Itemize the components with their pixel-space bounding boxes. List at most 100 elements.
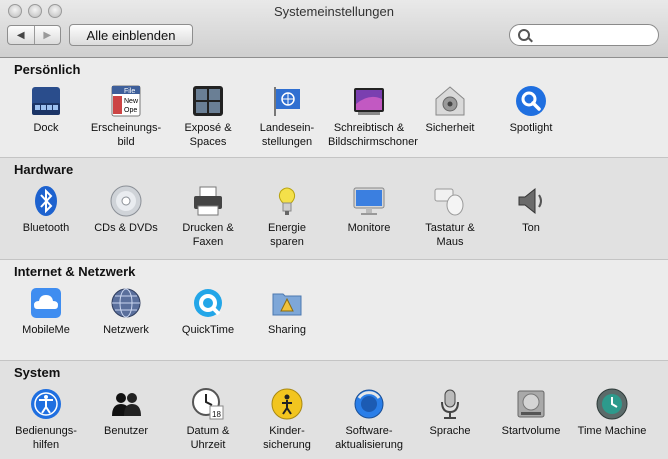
chevron-left-icon: ◀ [16, 29, 25, 41]
pref-label: Time Machine [577, 425, 647, 437]
pref-startup-disk[interactable]: Startvolume [490, 388, 572, 438]
pref-appearance[interactable]: File New Ope Erscheinungs- bild [85, 85, 167, 149]
window-title: Systemeinstellungen [274, 4, 394, 19]
keyboard-mouse-icon [434, 185, 466, 217]
window-toolbar: Systemeinstellungen ◀ ▶ Alle einblenden [0, 0, 668, 58]
pref-label: Netzwerk [103, 324, 149, 336]
search-field[interactable] [509, 24, 659, 46]
section-title: Internet & Netzwerk [14, 264, 136, 279]
pref-label: Dock [33, 122, 59, 134]
pref-label: Bluetooth [22, 222, 70, 234]
section-system: System Bedienungs- hilfen Benutzer 18 Da… [0, 360, 668, 459]
pref-label: Sharing [268, 324, 306, 336]
pref-label: Benutzer [103, 425, 149, 437]
spotlight-icon [515, 85, 547, 117]
accessibility-icon [30, 388, 62, 420]
pref-energy-saver[interactable]: Energie sparen [246, 185, 328, 249]
chevron-right-icon: ▶ [43, 29, 52, 41]
pref-label: Energie sparen [268, 222, 306, 248]
mobileme-cloud-icon [30, 287, 62, 319]
pref-label: Erscheinungs- bild [90, 122, 162, 148]
pref-date-time[interactable]: 18 Datum & Uhrzeit [167, 388, 249, 452]
pref-accessibility[interactable]: Bedienungs- hilfen [5, 388, 87, 452]
appearance-icon: File New Ope [110, 85, 142, 117]
pref-label: Tastatur & Maus [425, 222, 475, 248]
back-forward-control: ◀ ▶ [7, 25, 61, 45]
pref-users[interactable]: Benutzer [85, 388, 167, 438]
pref-international[interactable]: Landesein- stellungen [246, 85, 328, 149]
lightbulb-icon [271, 185, 303, 217]
pref-parental-controls[interactable]: Kinder- sicherung [246, 388, 328, 452]
cd-dvd-icon [110, 185, 142, 217]
pref-label: Bedienungs- hilfen [15, 425, 77, 451]
pref-speech[interactable]: Sprache [409, 388, 491, 438]
quicktime-icon [192, 287, 224, 319]
monitor-icon [353, 185, 385, 217]
software-update-icon [353, 388, 385, 420]
sharing-folder-icon [271, 287, 303, 319]
back-button[interactable]: ◀ [8, 26, 34, 44]
pref-label: Landesein- stellungen [259, 122, 315, 148]
section-title: System [14, 365, 61, 380]
startup-disk-icon [515, 388, 547, 420]
svg-text:18: 18 [212, 410, 221, 419]
section-personal: Persönlich Dock File New Ope Erscheinung… [0, 58, 668, 157]
pref-dock[interactable]: Dock [5, 85, 87, 135]
users-icon [110, 388, 142, 420]
forward-button[interactable]: ▶ [33, 26, 61, 44]
section-hardware: Hardware Bluetooth CDs & DVDs Drucken & … [0, 157, 668, 259]
pref-label: Exposé & Spaces [184, 122, 232, 148]
pref-security[interactable]: Sicherheit [409, 85, 491, 135]
pref-label: MobileMe [22, 324, 70, 336]
pref-label: Spotlight [509, 122, 553, 134]
pref-time-machine[interactable]: Time Machine [571, 388, 653, 438]
pref-keyboard-mouse[interactable]: Tastatur & Maus [409, 185, 491, 249]
pref-label: Ton [522, 222, 540, 234]
pref-label: Kinder- sicherung [263, 425, 311, 451]
section-title: Persönlich [14, 62, 81, 77]
pref-label: Monitore [347, 222, 391, 234]
pref-network[interactable]: Netzwerk [85, 287, 167, 337]
pref-label: QuickTime [181, 324, 235, 336]
pref-label: CDs & DVDs [94, 222, 158, 234]
clock-calendar-icon: 18 [192, 388, 224, 420]
pref-label: Datum & Uhrzeit [186, 425, 230, 451]
security-icon [434, 85, 466, 117]
section-title: Hardware [14, 162, 74, 177]
pref-label: Sicherheit [425, 122, 475, 134]
printer-icon [192, 185, 224, 217]
expose-spaces-icon [192, 85, 224, 117]
pref-label: Drucken & Faxen [182, 222, 234, 248]
pref-sound[interactable]: Ton [490, 185, 572, 235]
pref-bluetooth[interactable]: Bluetooth [5, 185, 87, 235]
show-all-button[interactable]: Alle einblenden [69, 24, 193, 46]
pref-displays[interactable]: Monitore [328, 185, 410, 235]
pref-software-update[interactable]: Software- aktualisierung [328, 388, 410, 452]
pref-desktop-screensaver[interactable]: Schreibtisch & Bildschirmschoner [328, 85, 418, 149]
pref-label: Schreibtisch & Bildschirmschoner [328, 122, 418, 148]
svg-text:New: New [124, 98, 139, 105]
section-internet-network: Internet & Netzwerk MobileMe Netzwerk Qu… [0, 259, 668, 360]
pref-print-fax[interactable]: Drucken & Faxen [167, 185, 249, 249]
pref-mobileme[interactable]: MobileMe [5, 287, 87, 337]
international-icon [271, 85, 303, 117]
search-icon [518, 29, 530, 41]
parental-controls-icon [271, 388, 303, 420]
microphone-icon [434, 388, 466, 420]
desktop-screensaver-icon [353, 85, 385, 117]
dock-icon [30, 85, 62, 117]
pref-label: Software- aktualisierung [335, 425, 403, 451]
pref-sharing[interactable]: Sharing [246, 287, 328, 337]
network-globe-icon [110, 287, 142, 319]
pref-cd-dvd[interactable]: CDs & DVDs [85, 185, 167, 235]
pref-label: Startvolume [501, 425, 561, 437]
bluetooth-icon [30, 185, 62, 217]
time-machine-icon [596, 388, 628, 420]
pref-quicktime[interactable]: QuickTime [167, 287, 249, 337]
pref-expose-spaces[interactable]: Exposé & Spaces [167, 85, 249, 149]
svg-text:File: File [124, 88, 135, 95]
speaker-icon [515, 185, 547, 217]
search-input[interactable] [534, 27, 656, 45]
pref-spotlight[interactable]: Spotlight [490, 85, 572, 135]
pref-label: Sprache [429, 425, 471, 437]
